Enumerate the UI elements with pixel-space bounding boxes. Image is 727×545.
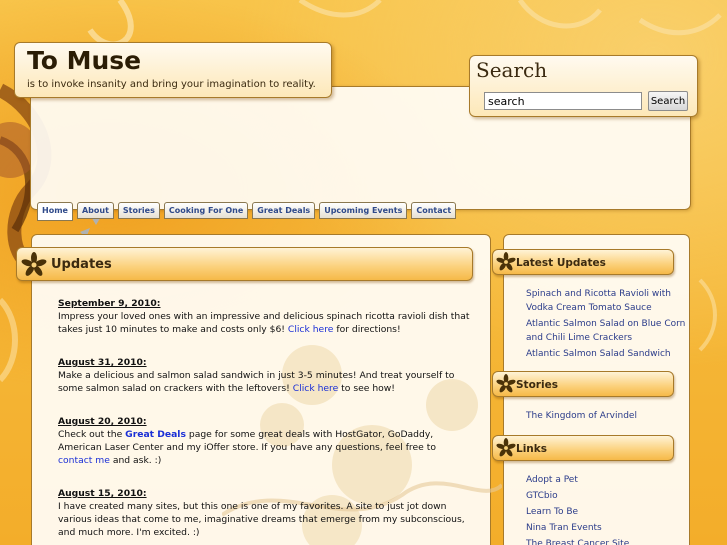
update-post: August 31, 2010: Make a delicious and sa… [58, 356, 473, 395]
updates-list: September 9, 2010: Impress your loved on… [58, 297, 473, 545]
updates-header: Updates [16, 247, 473, 281]
post-text-end: and ask. :) [109, 455, 162, 466]
post-date: August 15, 2010: [58, 488, 147, 499]
flower-star-icon [496, 438, 516, 457]
tab-cooking-for-one[interactable]: Cooking For One [163, 202, 249, 219]
tab-stories[interactable]: Stories [117, 202, 160, 219]
post-text-end: to see how! [338, 383, 395, 394]
post-date: August 31, 2010: [58, 357, 147, 368]
latest-updates-header: Latest Updates [492, 249, 674, 275]
post-text: I have created many sites, but this one … [58, 501, 465, 538]
post-link[interactable]: Click here [288, 324, 334, 335]
external-link[interactable]: The Breast Cancer Site [526, 537, 686, 545]
external-link[interactable]: Learn To Be [526, 505, 686, 519]
latest-updates-list: Spinach and Ricotta Ravioli with Vodka C… [526, 287, 686, 363]
latest-update-link[interactable]: Atlantic Salmon Salad on Blue Corn and C… [526, 317, 686, 345]
links-header: Links [492, 435, 674, 461]
search-heading: Search [476, 58, 548, 82]
latest-updates-title: Latest Updates [516, 257, 606, 269]
latest-update-link[interactable]: Spinach and Ricotta Ravioli with Vodka C… [526, 287, 686, 315]
external-link[interactable]: GTCbio [526, 489, 686, 503]
flower-star-icon [496, 252, 516, 271]
tab-great-deals[interactable]: Great Deals [252, 202, 316, 219]
search-input[interactable] [484, 92, 642, 110]
post-date: September 9, 2010: [58, 298, 161, 309]
post-text-end: for directions! [333, 324, 401, 335]
links-title: Links [516, 443, 547, 455]
flower-star-icon [21, 252, 47, 276]
contact-me-link[interactable]: contact me [58, 455, 110, 466]
updates-title: Updates [51, 257, 112, 272]
update-post: August 15, 2010: I have created many sit… [58, 487, 473, 539]
update-post: September 9, 2010: Impress your loved on… [58, 297, 473, 336]
search-button[interactable]: Search [648, 91, 688, 111]
post-date: August 20, 2010: [58, 416, 147, 427]
stories-header: Stories [492, 371, 674, 397]
story-link[interactable]: The Kingdom of Arvindel [526, 409, 686, 423]
external-link[interactable]: Nina Tran Events [526, 521, 686, 535]
post-link[interactable]: Click here [293, 383, 339, 394]
post-text: Check out the [58, 429, 126, 440]
great-deals-link[interactable]: Great Deals [125, 429, 186, 440]
links-list: Adopt a Pet GTCbio Learn To Be Nina Tran… [526, 473, 686, 545]
main-nav: Home About Stories Cooking For One Great… [37, 202, 457, 221]
site-title[interactable]: To Muse [27, 47, 319, 75]
stories-list: The Kingdom of Arvindel [526, 409, 686, 425]
stories-title: Stories [516, 379, 558, 391]
tab-upcoming-events[interactable]: Upcoming Events [319, 202, 408, 219]
tab-about[interactable]: About [76, 202, 114, 219]
post-text: Impress your loved ones with an impressi… [58, 311, 470, 335]
update-post: August 20, 2010: Check out the Great Dea… [58, 415, 473, 467]
flower-star-icon [496, 374, 516, 393]
latest-update-link[interactable]: Atlantic Salmon Salad Sandwich [526, 347, 686, 361]
external-link[interactable]: Adopt a Pet [526, 473, 686, 487]
site-title-box: To Muse is to invoke insanity and bring … [14, 42, 332, 98]
site-tagline: is to invoke insanity and bring your ima… [27, 79, 316, 90]
search-panel: Search Search [469, 55, 698, 117]
tab-contact[interactable]: Contact [411, 202, 457, 219]
tab-home[interactable]: Home [37, 202, 73, 221]
